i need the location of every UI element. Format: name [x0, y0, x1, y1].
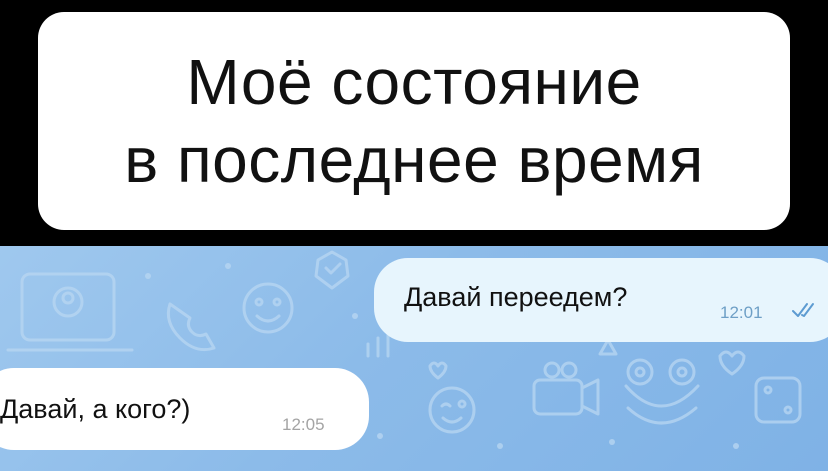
outgoing-message-bubble[interactable]: Давай переедем? 12:01: [374, 258, 828, 342]
caption-line-1: Моё состояние: [186, 46, 642, 118]
bars-doodle-icon: [366, 330, 390, 358]
incoming-message-bubble[interactable]: Давай, а кого?) 12:05: [0, 368, 369, 450]
dice-doodle-icon: [754, 376, 802, 424]
outgoing-message-text: Давай переедем?: [404, 282, 628, 312]
badge-doodle-icon: [314, 250, 350, 290]
heart-doodle-icon: [718, 350, 746, 376]
caption-line-2: в последнее время: [124, 124, 704, 196]
frog-doodle-icon: [624, 358, 700, 425]
chat-area: Давай переедем? 12:01 Давай, а кого?) 12…: [0, 246, 828, 471]
incoming-message-text: Давай, а кого?): [0, 394, 191, 424]
camera-doodle-icon: [532, 361, 600, 416]
wink-doodle-icon: [428, 386, 476, 434]
double-check-icon: [792, 303, 814, 317]
triangle-doodle-icon: [598, 338, 618, 356]
outgoing-message-time: 12:01: [720, 303, 763, 322]
meme-caption-area: Моё состояние в последнее время: [0, 0, 828, 246]
laptop-doodle-icon: [6, 272, 134, 352]
smile-doodle-icon: [242, 282, 294, 334]
phone-doodle-icon: [166, 302, 216, 352]
heart-small-doodle-icon: [428, 361, 448, 380]
incoming-message-time: 12:05: [282, 415, 325, 434]
caption-card: Моё состояние в последнее время: [38, 12, 790, 230]
